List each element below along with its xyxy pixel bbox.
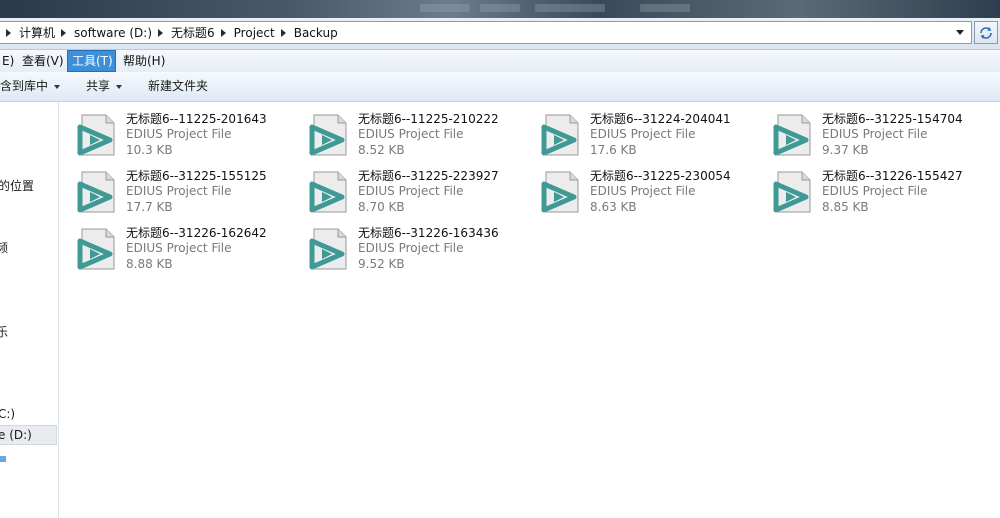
file-type: EDIUS Project File — [126, 127, 232, 141]
menu-help[interactable]: 帮助(H) — [119, 50, 169, 72]
address-bar-area: 计算机 software (D:) 无标题6 Project Backup — [0, 18, 1000, 50]
nav-item-music[interactable]: 乐 — [0, 323, 8, 340]
nav-item-drive-c[interactable]: C:) — [0, 407, 15, 421]
breadcrumb: 计算机 software (D:) 无标题6 Project Backup — [0, 22, 338, 43]
file-size: 8.88 KB — [126, 257, 173, 271]
breadcrumb-backup[interactable]: Backup — [294, 26, 338, 40]
edius-project-file-icon — [77, 114, 115, 156]
breadcrumb-separator-icon[interactable] — [61, 28, 67, 37]
breadcrumb-drive[interactable]: software (D:) — [74, 26, 152, 40]
file-size: 9.52 KB — [358, 257, 405, 271]
menu-bar: E) 查看(V) 工具(T) 帮助(H) — [0, 50, 1000, 72]
menu-tools[interactable]: 工具(T) — [67, 50, 116, 72]
file-item[interactable]: 无标题6--31226-163436 EDIUS Project File 9.… — [308, 224, 528, 276]
file-item[interactable]: 无标题6--31225-155125 EDIUS Project File 17… — [76, 167, 296, 219]
file-type: EDIUS Project File — [822, 127, 928, 141]
file-item[interactable]: 无标题6--31226-155427 EDIUS Project File 8.… — [772, 167, 992, 219]
breadcrumb-separator-icon[interactable] — [280, 28, 286, 37]
edius-project-file-icon — [309, 171, 347, 213]
address-bar[interactable]: 计算机 software (D:) 无标题6 Project Backup — [0, 21, 972, 44]
address-dropdown-icon[interactable] — [956, 30, 964, 35]
edius-project-file-icon — [541, 171, 579, 213]
menu-view[interactable]: 查看(V) — [18, 50, 68, 72]
title-blur — [420, 4, 470, 12]
include-in-library-button[interactable]: 包含到库中 — [0, 72, 61, 101]
nav-item-videos[interactable]: 频 — [0, 239, 8, 256]
new-folder-button[interactable]: 新建文件夹 — [148, 72, 208, 101]
file-size: 17.6 KB — [590, 143, 637, 157]
include-in-library-label: 包含到库中 — [0, 79, 49, 93]
navigation-pane[interactable]: 的位置 频 乐 C:) e (D:) — [0, 102, 59, 518]
file-size: 10.3 KB — [126, 143, 173, 157]
edius-project-file-icon — [773, 114, 811, 156]
file-size: 9.37 KB — [822, 143, 869, 157]
chevron-down-icon — [116, 84, 123, 89]
edius-project-file-icon — [309, 228, 347, 270]
file-name: 无标题6--31225-154704 — [822, 112, 963, 126]
edius-project-file-icon — [773, 171, 811, 213]
window-title-bar — [0, 0, 1000, 18]
file-item[interactable]: 无标题6--31226-162642 EDIUS Project File 8.… — [76, 224, 296, 276]
edius-project-file-icon — [309, 114, 347, 156]
file-item[interactable]: 无标题6--31225-154704 EDIUS Project File 9.… — [772, 110, 992, 162]
file-item[interactable]: 无标题6--31225-223927 EDIUS Project File 8.… — [308, 167, 528, 219]
breadcrumb-computer[interactable]: 计算机 — [19, 24, 55, 41]
file-item[interactable]: 无标题6--31224-204041 EDIUS Project File 17… — [540, 110, 760, 162]
menu-edit[interactable]: E) — [0, 50, 18, 72]
file-type: EDIUS Project File — [358, 127, 464, 141]
file-type: EDIUS Project File — [590, 184, 696, 198]
file-size: 8.63 KB — [590, 200, 637, 214]
file-name: 无标题6--31225-155125 — [126, 169, 267, 183]
chevron-down-icon — [54, 84, 61, 89]
edius-project-file-icon — [77, 171, 115, 213]
share-button[interactable]: 共享 — [86, 72, 123, 101]
file-name: 无标题6--11225-210222 — [358, 112, 499, 126]
breadcrumb-project[interactable]: Project — [234, 26, 275, 40]
file-size: 8.70 KB — [358, 200, 405, 214]
file-size: 17.7 KB — [126, 200, 173, 214]
file-name: 无标题6--31225-230054 — [590, 169, 731, 183]
file-list[interactable]: 无标题6--11225-201643 EDIUS Project File 10… — [59, 102, 1000, 518]
edius-project-file-icon — [77, 228, 115, 270]
edius-project-file-icon — [541, 114, 579, 156]
file-name: 无标题6--31225-223927 — [358, 169, 499, 183]
command-bar: 包含到库中 共享 新建文件夹 — [0, 72, 1000, 102]
file-name: 无标题6--31226-155427 — [822, 169, 963, 183]
refresh-icon — [980, 27, 992, 39]
refresh-button[interactable] — [974, 21, 998, 44]
file-type: EDIUS Project File — [126, 184, 232, 198]
file-item[interactable]: 无标题6--11225-210222 EDIUS Project File 8.… — [308, 110, 528, 162]
nav-item-recent-places[interactable]: 的位置 — [0, 177, 34, 194]
file-name: 无标题6--31226-162642 — [126, 226, 267, 240]
file-type: EDIUS Project File — [590, 127, 696, 141]
file-size: 8.85 KB — [822, 200, 869, 214]
title-blur — [640, 4, 690, 12]
title-blur — [480, 4, 520, 12]
file-type: EDIUS Project File — [358, 241, 464, 255]
file-type: EDIUS Project File — [126, 241, 232, 255]
file-name: 无标题6--11225-201643 — [126, 112, 267, 126]
breadcrumb-separator-icon[interactable] — [158, 28, 164, 37]
breadcrumb-separator-icon[interactable] — [220, 28, 226, 37]
file-type: EDIUS Project File — [822, 184, 928, 198]
nav-item-drive-d[interactable]: e (D:) — [0, 428, 32, 442]
file-size: 8.52 KB — [358, 143, 405, 157]
network-icon — [0, 456, 6, 462]
file-name: 无标题6--31226-163436 — [358, 226, 499, 240]
share-label: 共享 — [86, 79, 111, 93]
file-item[interactable]: 无标题6--11225-201643 EDIUS Project File 10… — [76, 110, 296, 162]
file-type: EDIUS Project File — [358, 184, 464, 198]
breadcrumb-separator-icon[interactable] — [6, 28, 11, 37]
file-item[interactable]: 无标题6--31225-230054 EDIUS Project File 8.… — [540, 167, 760, 219]
title-blur — [535, 4, 605, 12]
file-name: 无标题6--31224-204041 — [590, 112, 731, 126]
breadcrumb-folder[interactable]: 无标题6 — [171, 24, 215, 41]
